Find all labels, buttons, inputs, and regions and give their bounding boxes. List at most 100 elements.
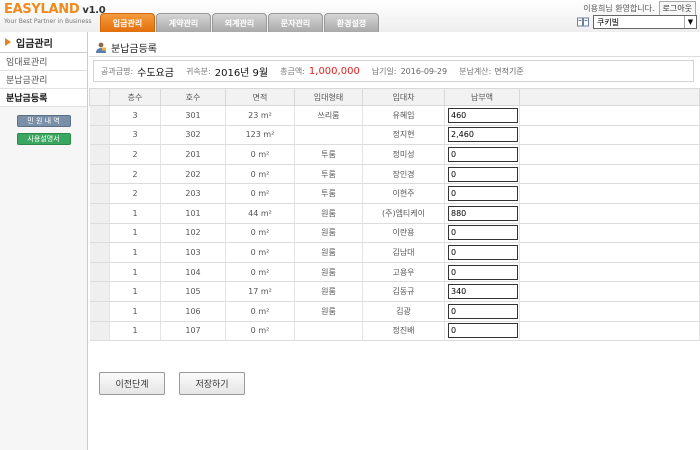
area-unit: m² <box>258 267 270 277</box>
area-value: 0 <box>250 326 256 336</box>
row-check-cell <box>89 223 110 244</box>
site-selector: 쿠키빌 ▼ <box>577 15 697 29</box>
payment-input[interactable] <box>448 127 518 143</box>
lease-type-cell: 투룸 <box>294 183 363 204</box>
header-tenant: 임대차 <box>362 88 445 106</box>
payment-input[interactable] <box>448 264 518 280</box>
row-check-cell <box>89 183 110 204</box>
floor-cell: 1 <box>109 203 161 224</box>
floor-cell: 1 <box>109 262 161 283</box>
area-cell: 0 m² <box>225 321 295 342</box>
empty-cell <box>519 164 700 185</box>
lease-type-cell: 원룸 <box>294 262 363 283</box>
room-cell: 203 <box>160 183 226 204</box>
header-empty <box>519 88 700 106</box>
empty-cell <box>519 105 700 126</box>
sidebar-item-installment[interactable]: 분납금관리 <box>0 71 87 89</box>
payment-input[interactable] <box>448 166 518 182</box>
due-value: 2016-09-29 <box>400 66 448 76</box>
row-check-cell <box>89 105 110 126</box>
area-value: 0 <box>250 149 256 159</box>
tab-sms[interactable]: 문자관리 <box>268 13 323 32</box>
sidebar-item-rent[interactable]: 임대료관리 <box>0 53 87 71</box>
chevron-down-icon[interactable]: ▼ <box>684 16 696 28</box>
row-check-cell <box>89 144 110 165</box>
book-icon <box>577 17 589 27</box>
payment-input[interactable] <box>448 205 518 221</box>
tab-contract[interactable]: 계약관리 <box>156 13 211 32</box>
empty-cell <box>519 321 700 342</box>
lease-type-cell <box>294 125 363 146</box>
area-unit: m² <box>258 149 270 159</box>
row-check-cell <box>89 281 110 302</box>
row-check-cell <box>89 242 110 263</box>
area-cell: 44 m² <box>225 203 295 224</box>
main-content: 분납금등록 공과금명: 수도요금 귀속분: 2016년 9월 총금액: 1,00… <box>89 32 700 450</box>
payment-input[interactable] <box>448 107 518 123</box>
logout-button[interactable]: 로그아웃 <box>658 1 696 16</box>
table-row: 1 102 0 m² 원룸 이란용 <box>89 223 700 244</box>
tenant-cell: 장인경 <box>362 164 445 185</box>
payment-cell <box>444 203 520 224</box>
sidebar-title-label: 입금관리 <box>16 38 53 50</box>
tenant-cell: 정미성 <box>362 144 445 165</box>
period-label: 귀속분: <box>185 66 211 76</box>
payment-cell <box>444 164 520 185</box>
room-cell: 302 <box>160 125 226 146</box>
payment-input[interactable] <box>448 303 518 319</box>
prev-step-button[interactable]: 이전단계 <box>99 372 165 395</box>
payment-input[interactable] <box>448 146 518 162</box>
top-header: EASYLAND v1.0 Your Best Partner in Busine… <box>0 0 700 32</box>
sidebar: 입금관리 임대료관리 분납금관리 분납금등록 민 원 내 역 사용설명서 <box>0 32 88 450</box>
room-cell: 101 <box>160 203 226 224</box>
header-floor: 층수 <box>109 88 161 106</box>
tenant-cell: 유혜임 <box>362 105 445 126</box>
area-unit: m² <box>258 247 270 257</box>
logo[interactable]: EASYLAND v1.0 Your Best Partner in Busine… <box>4 3 106 26</box>
payment-cell <box>444 301 520 322</box>
area-value: 0 <box>250 228 256 238</box>
tenant-cell: 이란용 <box>362 223 445 244</box>
area-cell: 0 m² <box>225 242 295 263</box>
tenant-cell: 김동규 <box>362 281 445 302</box>
area-value: 0 <box>250 267 256 277</box>
sidebar-item-installment-register[interactable]: 분납금등록 <box>0 89 87 107</box>
table-row: 1 103 0 m² 원룸 김남대 <box>89 242 700 263</box>
payment-input[interactable] <box>448 225 518 241</box>
area-unit: m² <box>260 110 272 120</box>
room-cell: 301 <box>160 105 226 126</box>
payment-input[interactable] <box>448 284 518 300</box>
empty-cell <box>519 223 700 244</box>
payment-input[interactable] <box>448 323 518 339</box>
tab-external[interactable]: 외계관리 <box>212 13 267 32</box>
area-unit: m² <box>258 326 270 336</box>
payment-cell <box>444 144 520 165</box>
table-row: 3 301 23 m² 쓰리룸 유혜임 <box>89 105 700 126</box>
logo-tagline: Your Best Partner in Business <box>4 18 92 25</box>
site-select[interactable]: 쿠키빌 ▼ <box>593 15 697 29</box>
payment-cell <box>444 321 520 342</box>
empty-cell <box>519 183 700 204</box>
site-select-value: 쿠키빌 <box>597 17 620 27</box>
payment-input[interactable] <box>448 244 518 260</box>
floor-cell: 1 <box>109 223 161 244</box>
room-cell: 201 <box>160 144 226 165</box>
tab-payment[interactable]: 입금관리 <box>100 13 155 32</box>
header-room: 호수 <box>160 88 226 106</box>
table-row: 2 201 0 m² 투룸 정미성 <box>89 144 700 165</box>
complaint-history-button[interactable]: 민 원 내 역 <box>16 115 71 127</box>
floor-cell: 1 <box>109 321 161 342</box>
page-title-text: 분납금등록 <box>111 44 157 55</box>
row-check-cell <box>89 203 110 224</box>
bill-name-label: 공과금명: <box>101 66 134 76</box>
row-check-cell <box>89 125 110 146</box>
total-label: 총금액: <box>280 66 305 76</box>
table-row: 1 106 0 m² 원룸 김광 <box>89 301 700 322</box>
header-lease-type: 임대형태 <box>294 88 363 106</box>
tenant-cell: 고용우 <box>362 262 445 283</box>
empty-cell <box>519 203 700 224</box>
user-manual-button[interactable]: 사용설명서 <box>16 133 71 145</box>
tab-settings[interactable]: 환경설정 <box>324 13 379 32</box>
save-button[interactable]: 저장하기 <box>179 372 245 395</box>
payment-input[interactable] <box>448 186 518 202</box>
